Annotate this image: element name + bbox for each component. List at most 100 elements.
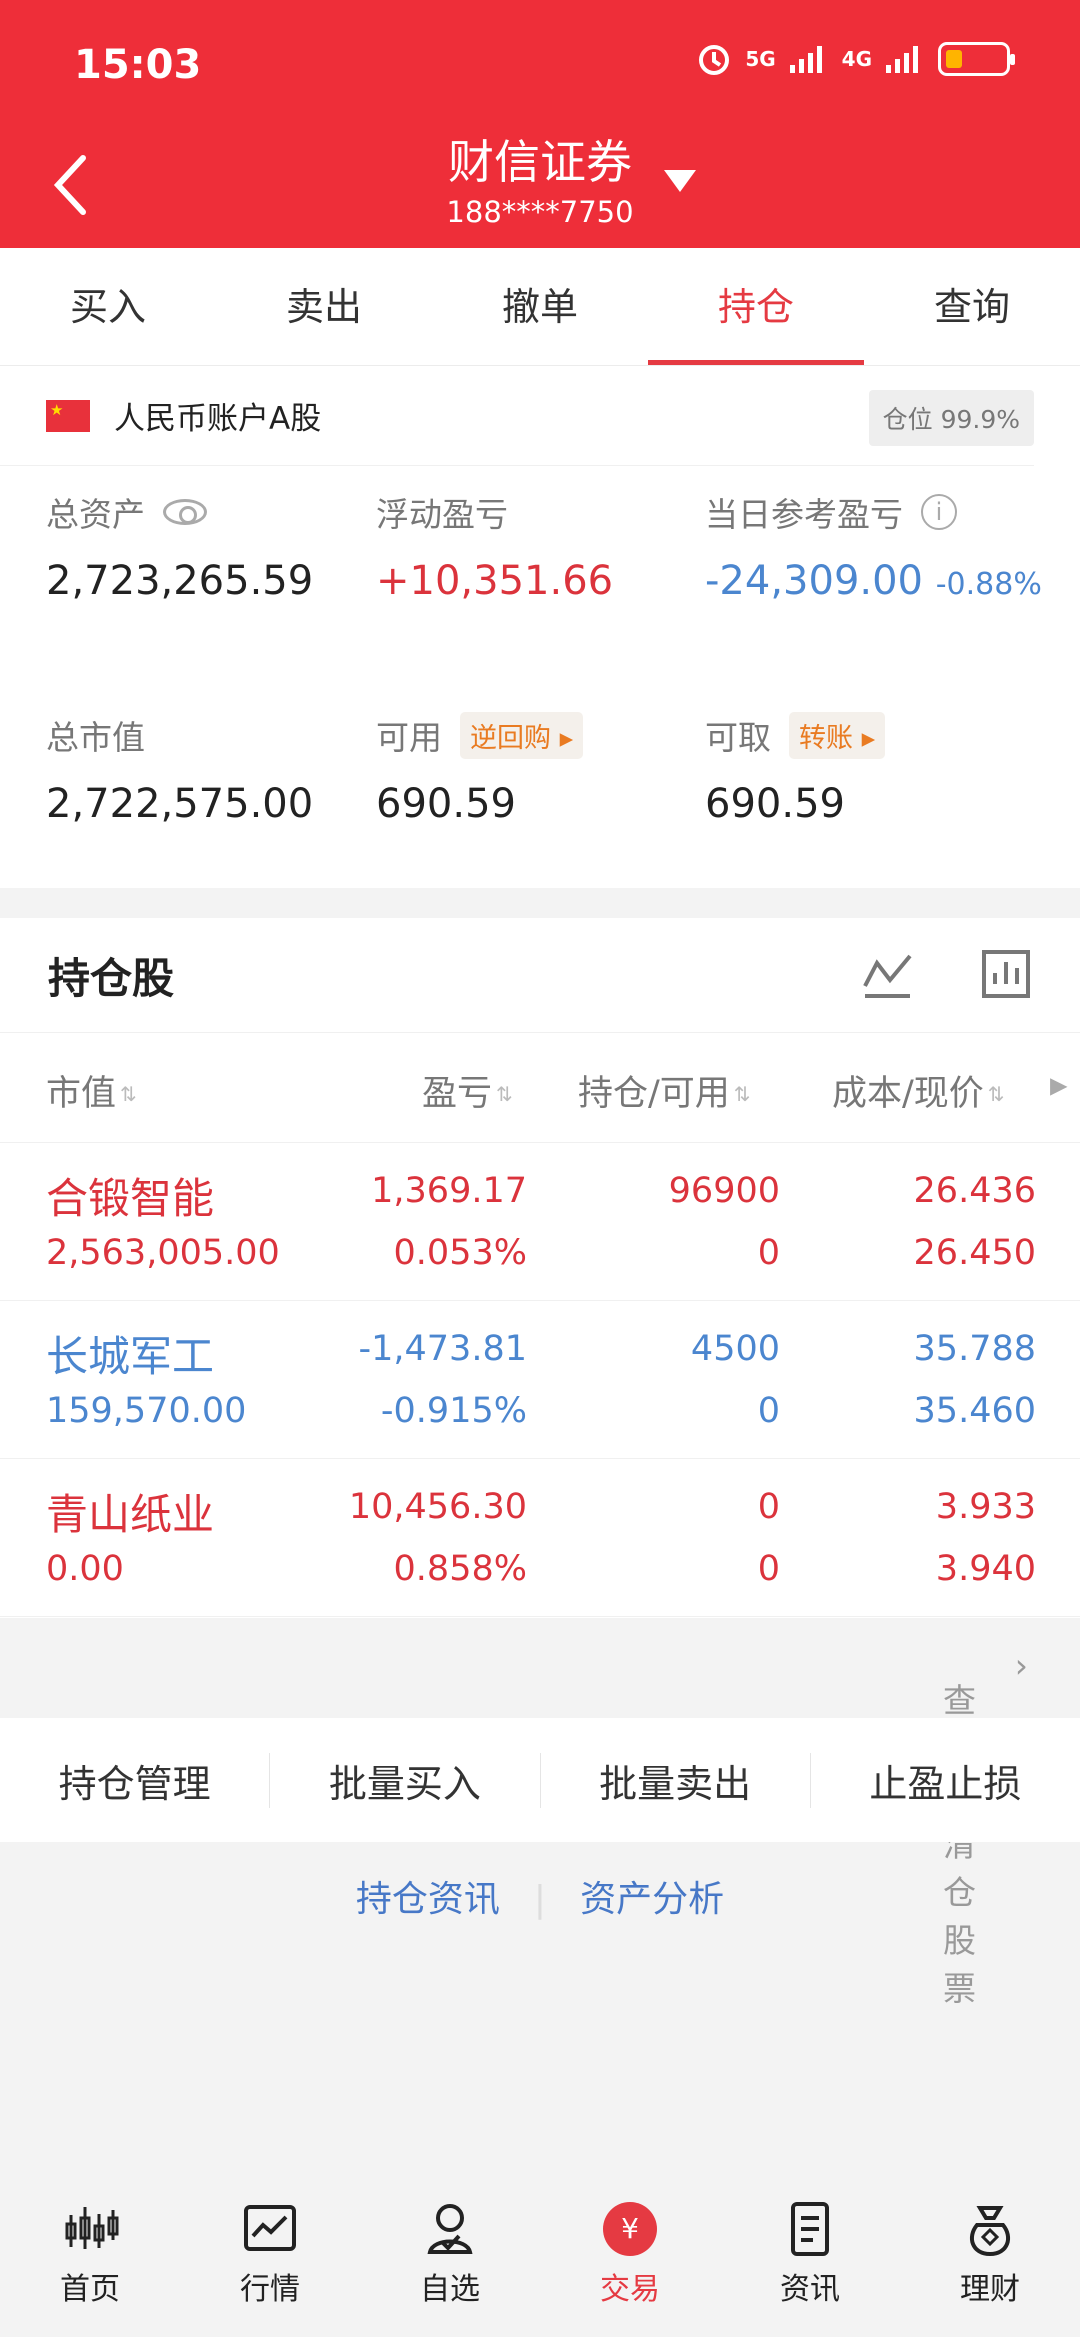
trade-tabs: 买入 卖出 撤单 持仓 查询 — [0, 248, 1080, 366]
total-assets-label: 总资产 — [46, 495, 145, 534]
tab-sell[interactable]: 卖出 — [216, 248, 432, 365]
nav-news[interactable]: 资讯 — [735, 2200, 885, 2308]
wealth-bag-icon — [969, 2206, 1011, 2257]
account-dropdown-icon[interactable] — [664, 170, 696, 192]
network-4g-label: 4G — [841, 47, 872, 71]
nav-trade[interactable]: ¥ 交易 — [555, 2200, 705, 2308]
market-chart-icon — [244, 2205, 296, 2251]
stock-quantity: 96900 — [668, 1171, 780, 1211]
china-flag-icon — [46, 399, 90, 432]
nav-wealth-label: 理财 — [960, 2272, 1020, 2307]
stock-profit: 10,456.30 — [348, 1487, 527, 1527]
stock-market-value: 159,570.00 — [46, 1391, 247, 1431]
stock-available: 0 — [757, 1549, 780, 1589]
withdrawable-label: 可取 — [705, 718, 771, 757]
nav-watchlist-label: 自选 — [420, 2272, 480, 2307]
profit-header[interactable]: 盈亏 ⇅ — [422, 1065, 513, 1116]
bottom-navigation: 首页 行情 自选 ¥ 交易 资讯 理财 — [0, 2171, 1080, 2337]
market-value: 2,722,575.00 — [46, 781, 314, 827]
daily-profit-value: -24,309.00 — [705, 558, 924, 604]
stock-name[interactable]: 合锻智能 — [46, 1165, 214, 1226]
tab-cancel[interactable]: 撤单 — [432, 248, 648, 365]
transfer-button[interactable]: 转账 ▸ — [789, 711, 886, 759]
stock-price: 35.460 — [913, 1391, 1036, 1431]
reverse-repo-button[interactable]: 逆回购 ▸ — [460, 711, 584, 759]
nav-market[interactable]: 行情 — [195, 2200, 345, 2308]
asset-analysis-link[interactable]: 资产分析 — [546, 1879, 758, 1920]
status-time: 15:03 — [74, 42, 202, 88]
bar-chart-icon[interactable] — [980, 948, 1032, 1000]
trade-yuan-icon: ¥ — [603, 2202, 657, 2256]
reverse-repo-label: 逆回购 — [470, 722, 551, 754]
total-assets-value: 2,723,265.59 — [46, 558, 314, 604]
broker-title[interactable]: 财信证券 — [430, 126, 650, 192]
cost-price-header[interactable]: 成本/现价 ⇅ — [832, 1065, 1005, 1116]
nav-market-label: 行情 — [240, 2272, 300, 2307]
back-icon[interactable] — [48, 150, 98, 220]
battery-icon — [938, 42, 1015, 76]
nav-home-label: 首页 — [60, 2272, 120, 2307]
stock-profit: 1,369.17 — [371, 1171, 527, 1211]
eye-icon[interactable] — [163, 499, 207, 525]
holding-actions: 持仓管理 批量买入 批量卖出 止盈止损 — [0, 1718, 1080, 1842]
floating-profit-value: +10,351.66 — [376, 558, 614, 604]
nav-home[interactable]: 首页 — [15, 2200, 165, 2308]
holdings-panel: 持仓股 市值 ⇅ 盈亏 ⇅ 持仓/可用 ⇅ 成本/现价 ⇅ ▸ 合锻智能 2,563,0… — [0, 918, 1080, 1618]
market-value-label: 总市值 — [46, 718, 145, 757]
stock-available: 0 — [757, 1391, 780, 1431]
nav-watchlist[interactable]: 自选 — [375, 2200, 525, 2308]
stock-name[interactable]: 青山纸业 — [46, 1481, 214, 1542]
account-summary: 人民币账户A股 仓位 99.9% 总资产 2,723,265.59 浮动盈亏 +… — [0, 366, 1080, 888]
daily-profit-label: 当日参考盈亏 — [705, 495, 903, 534]
quantity-header[interactable]: 持仓/可用 ⇅ — [578, 1065, 751, 1116]
stock-profit-percent: 0.858% — [393, 1549, 527, 1589]
floating-profit-label: 浮动盈亏 — [376, 495, 508, 534]
available-value: 690.59 — [376, 781, 516, 827]
home-candlestick-icon — [65, 2207, 119, 2249]
position-badge: 仓位 99.9% — [868, 390, 1034, 446]
watchlist-user-icon — [427, 2204, 473, 2254]
news-document-icon — [791, 2202, 829, 2256]
network-5g-label: 5G — [745, 47, 776, 71]
stock-price: 3.940 — [935, 1549, 1036, 1589]
nav-trade-label: 交易 — [600, 2272, 660, 2307]
account-name: 人民币账户A股 — [114, 401, 322, 437]
tab-buy[interactable]: 买入 — [0, 248, 216, 365]
holdings-table-header: 市值 ⇅ 盈亏 ⇅ 持仓/可用 ⇅ 成本/现价 ⇅ ▸ — [0, 1033, 1080, 1143]
table-row[interactable]: 合锻智能 2,563,005.00 1,369.17 0.053% 96900 … — [0, 1143, 1080, 1301]
signal-icon — [789, 46, 822, 73]
status-icons: 5G 4G — [695, 40, 1015, 78]
transfer-label: 转账 — [799, 722, 853, 754]
stock-market-value: 0.00 — [46, 1549, 124, 1589]
stock-profit-percent: -0.915% — [380, 1391, 527, 1431]
stock-cost: 35.788 — [913, 1329, 1036, 1369]
info-icon[interactable]: i — [921, 494, 957, 530]
stock-name[interactable]: 长城军工 — [46, 1323, 214, 1384]
batch-sell-button[interactable]: 批量卖出 — [541, 1752, 811, 1808]
alarm-icon — [699, 45, 730, 75]
trend-chart-icon[interactable] — [862, 948, 914, 1000]
bottom-links: 持仓资讯 | 资产分析 — [0, 1870, 1080, 1922]
stock-price: 26.450 — [913, 1233, 1036, 1273]
app-header: 15:03 5G 4G 财信证券 188****7750 — [0, 0, 1080, 248]
tab-query[interactable]: 查询 — [864, 248, 1080, 365]
table-row[interactable]: 长城军工 159,570.00 -1,473.81 -0.915% 4500 0… — [0, 1301, 1080, 1459]
stock-profit: -1,473.81 — [358, 1329, 528, 1369]
stock-cost: 26.436 — [913, 1171, 1036, 1211]
scroll-right-icon[interactable]: ▸ — [1050, 1065, 1068, 1105]
stock-quantity: 4500 — [690, 1329, 780, 1369]
cleared-stocks-link[interactable]: 查看已清仓股票 › — [0, 1618, 1080, 2008]
stock-cost: 3.933 — [935, 1487, 1036, 1527]
stock-market-value: 2,563,005.00 — [46, 1233, 280, 1273]
table-row[interactable]: 青山纸业 0.00 10,456.30 0.858% 0 0 3.933 3.9… — [0, 1459, 1080, 1617]
available-label: 可用 — [376, 718, 442, 757]
holding-news-link[interactable]: 持仓资讯 — [322, 1879, 534, 1920]
tab-positions[interactable]: 持仓 — [648, 248, 864, 365]
nav-wealth[interactable]: 理财 — [915, 2200, 1065, 2308]
holding-management-button[interactable]: 持仓管理 — [0, 1752, 271, 1808]
batch-buy-button[interactable]: 批量买入 — [270, 1752, 541, 1808]
market-value-header[interactable]: 市值 ⇅ — [46, 1065, 137, 1116]
take-profit-stop-loss-button[interactable]: 止盈止损 — [811, 1753, 1080, 1808]
account-phone: 188****7750 — [446, 195, 634, 229]
stock-profit-percent: 0.053% — [393, 1233, 527, 1273]
